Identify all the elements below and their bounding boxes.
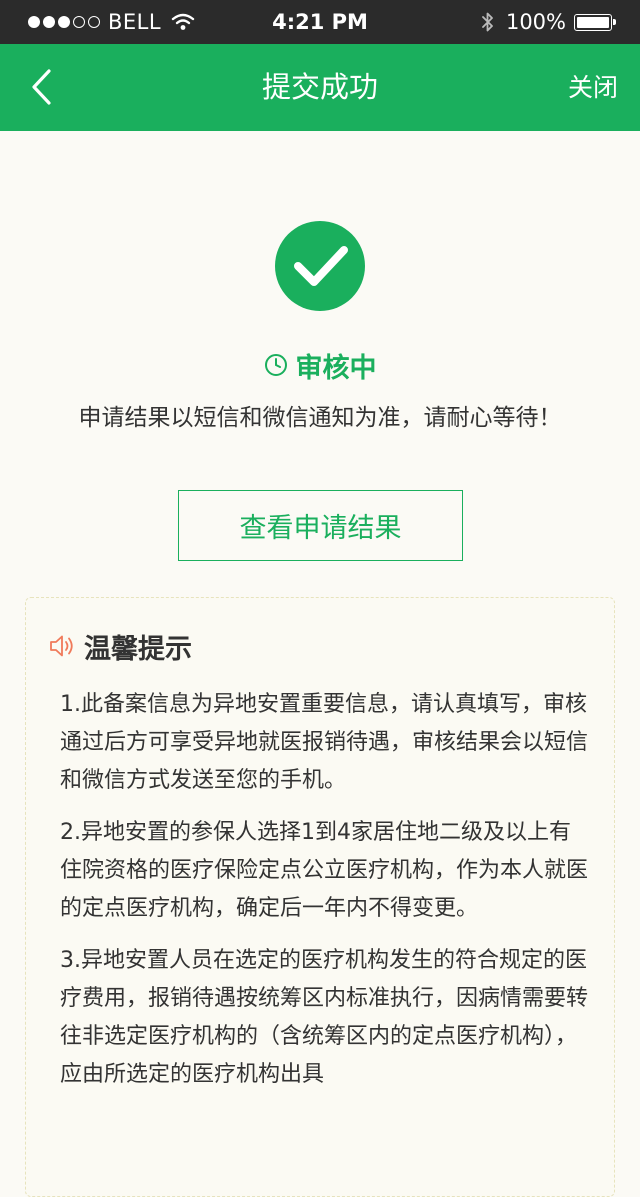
tips-list: 1.此备案信息为异地安置重要信息，请认真填写，审核通过后方可享受异地就医报销待遇… [60, 686, 590, 1108]
battery-fill [577, 16, 609, 28]
battery-percent: 100% [505, 10, 566, 34]
tips-card: 温馨提示 1.此备案信息为异地安置重要信息，请认真填写，审核通过后方可享受异地就… [25, 597, 615, 1197]
clock-icon [264, 353, 288, 377]
tip-item: 3.异地安置人员在选定的医疗机构发生的符合规定的医疗费用，报销待遇按统筹区内标准… [60, 948, 589, 1087]
tip-item: 2.异地安置的参保人选择1到4家居住地二级及以上有住院资格的医疗保险定点公立医疗… [60, 820, 589, 921]
bluetooth-icon [482, 11, 494, 33]
page-title: 提交成功 [261, 70, 378, 104]
notice-message: 申请结果以短信和微信通知为准，请耐心等待！ [78, 405, 562, 431]
status-text: 审核中 [295, 352, 377, 384]
nav-bar: 提交成功 关闭 [0, 44, 640, 131]
checkmark-circle-icon [274, 220, 366, 312]
tips-title: 温馨提示 [84, 633, 192, 665]
status-bar-right: 100% [482, 0, 616, 44]
tips-header: 温馨提示 [48, 626, 192, 666]
status-bar: BELL 4:21 PM 100% [0, 0, 640, 44]
view-result-button[interactable]: 查看申请结果 [178, 490, 463, 561]
tip-item: 1.此备案信息为异地安置重要信息，请认真填写，审核通过后方可享受异地就医报销待遇… [60, 692, 589, 793]
battery-icon [574, 13, 616, 31]
review-status: 审核中 [0, 345, 640, 385]
close-button[interactable]: 关闭 [568, 44, 618, 131]
speaker-icon [48, 632, 76, 660]
